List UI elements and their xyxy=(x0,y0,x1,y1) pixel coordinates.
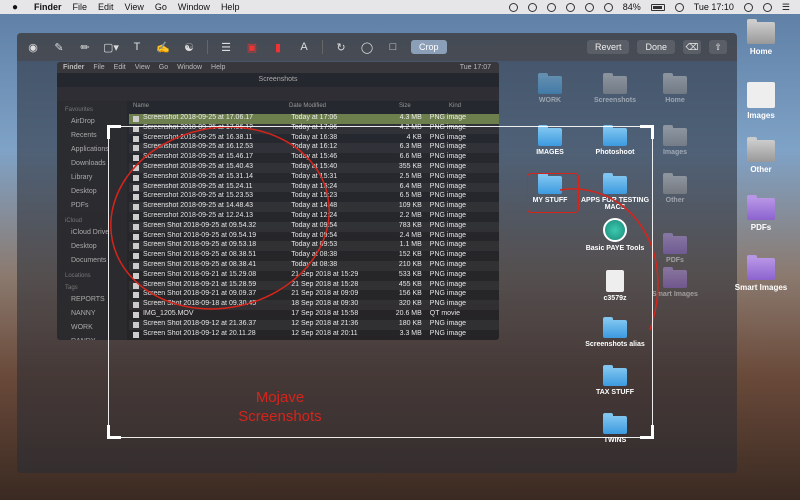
crop-handle-bottom-left[interactable] xyxy=(107,425,121,439)
desktop-icon-label: Smart Images xyxy=(734,283,788,292)
desktop-icon-label: PDFs xyxy=(750,223,772,232)
desktop-icon[interactable]: Smart Images xyxy=(726,255,796,292)
desktop-icon[interactable]: PDFs xyxy=(726,195,796,232)
desktop-icon-label: Home xyxy=(749,47,773,56)
desktop-icon-label: Images xyxy=(747,111,775,120)
crop-handle-top-left[interactable] xyxy=(107,125,121,139)
folder-icon xyxy=(747,255,775,280)
desktop-icon[interactable]: Images xyxy=(726,82,796,120)
crop-handle-top-right[interactable] xyxy=(640,125,654,139)
folder-icon xyxy=(747,137,775,162)
folder-icon xyxy=(747,195,775,220)
folder-icon xyxy=(747,19,775,44)
desktop-icon-label: Other xyxy=(750,165,772,174)
file-icon xyxy=(747,82,775,108)
crop-frame[interactable] xyxy=(107,125,654,439)
crop-handle-bottom-right[interactable] xyxy=(640,425,654,439)
desktop-icon[interactable]: Other xyxy=(726,137,796,174)
desktop-icon[interactable]: Home xyxy=(726,19,796,56)
